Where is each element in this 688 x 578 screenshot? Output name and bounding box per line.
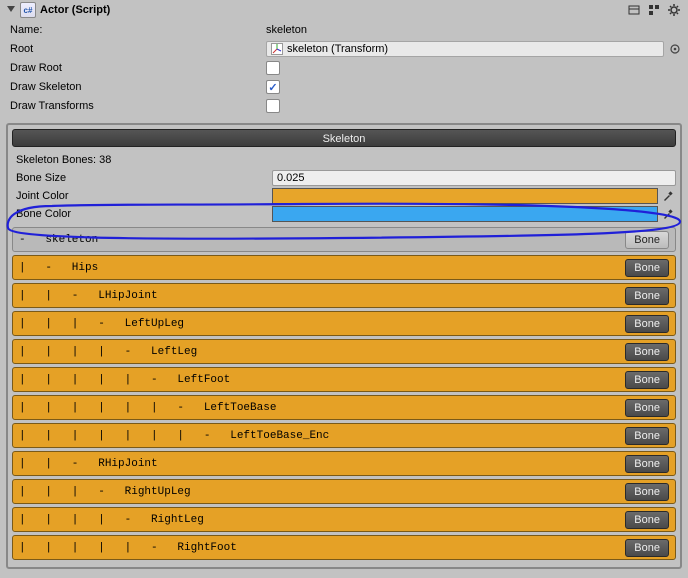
root-label: Root [6, 43, 266, 55]
bone-row-label: | | | | | | | - LeftToeBase_Enc [19, 430, 619, 442]
component-header: c# Actor (Script) [6, 2, 682, 20]
bone-row[interactable]: | | | | | - LeftFoot Bone [12, 367, 676, 392]
bone-count-row: Skeleton Bones: 38 [12, 151, 676, 169]
component-title: Actor (Script) [40, 4, 622, 16]
draw-skeleton-checkbox[interactable] [266, 80, 280, 94]
root-object-value: skeleton (Transform) [287, 43, 388, 55]
object-picker-icon[interactable] [668, 42, 682, 56]
draw-root-row: Draw Root [6, 59, 682, 77]
draw-transforms-row: Draw Transforms [6, 97, 682, 115]
bone-row[interactable]: | | - RHipJoint Bone [12, 451, 676, 476]
bone-row-label: | | | | - RightLeg [19, 514, 619, 526]
bone-button[interactable]: Bone [625, 427, 669, 445]
bone-size-label: Bone Size [12, 172, 272, 184]
bone-row-label: | | | | | - LeftFoot [19, 374, 619, 386]
draw-root-checkbox[interactable] [266, 61, 280, 75]
draw-skeleton-row: Draw Skeleton [6, 78, 682, 96]
joint-color-field[interactable] [272, 188, 658, 204]
draw-transforms-checkbox[interactable] [266, 99, 280, 113]
bone-button[interactable]: Bone [625, 399, 669, 417]
actor-component: c# Actor (Script) Name: skeleton Root sk… [0, 0, 688, 573]
eyedropper-icon[interactable] [660, 188, 676, 204]
bone-row[interactable]: | | | | - LeftLeg Bone [12, 339, 676, 364]
bone-button[interactable]: Bone [625, 483, 669, 501]
bone-row-label: | | - RHipJoint [19, 458, 619, 470]
bone-button[interactable]: Bone [625, 259, 669, 277]
gear-icon[interactable] [666, 2, 682, 18]
foldout-toggle[interactable] [6, 5, 16, 15]
bone-list: - skeletonBone| - HipsBone| | - LHipJoin… [12, 227, 676, 560]
bone-row-label: | | | - RightUpLeg [19, 486, 619, 498]
bone-row[interactable]: | | | | | | | - LeftToeBase_Enc Bone [12, 423, 676, 448]
skeleton-panel: Skeleton Skeleton Bones: 38 Bone Size Jo… [6, 123, 682, 569]
joint-color-label: Joint Color [12, 190, 272, 202]
bone-color-row: Bone Color [12, 205, 676, 223]
header-icons [626, 2, 682, 18]
skeleton-panel-title: Skeleton [12, 129, 676, 147]
reference-icon[interactable] [626, 2, 642, 18]
name-label: Name: [6, 24, 266, 36]
joint-color-row: Joint Color [12, 187, 676, 205]
bone-button[interactable]: Bone [625, 539, 669, 557]
bone-row[interactable]: | - Hips Bone [12, 255, 676, 280]
bone-row[interactable]: - skeleton Bone [12, 227, 676, 252]
bone-row-label: | | | - LeftUpLeg [19, 318, 619, 330]
draw-skeleton-label: Draw Skeleton [6, 81, 266, 93]
bone-row[interactable]: | | | - LeftUpLeg Bone [12, 311, 676, 336]
bone-row-label: | - Hips [19, 262, 619, 274]
script-icon: c# [20, 2, 36, 18]
root-object-field[interactable]: skeleton (Transform) [266, 41, 664, 57]
bone-color-label: Bone Color [12, 208, 272, 220]
bone-row-label: - skeleton [19, 234, 619, 246]
draw-transforms-label: Draw Transforms [6, 100, 266, 112]
bone-color-field[interactable] [272, 206, 658, 222]
root-row: Root skeleton (Transform) [6, 40, 682, 58]
bone-button[interactable]: Bone [625, 315, 669, 333]
name-value: skeleton [266, 24, 682, 36]
bone-row[interactable]: | | | | | - RightFoot Bone [12, 535, 676, 560]
draw-root-label: Draw Root [6, 62, 266, 74]
bone-row-label: | | | | | - RightFoot [19, 542, 619, 554]
bone-row[interactable]: | | | | - RightLeg Bone [12, 507, 676, 532]
bone-size-row: Bone Size [12, 169, 676, 187]
name-row: Name: skeleton [6, 21, 682, 39]
preset-icon[interactable] [646, 2, 662, 18]
bone-count-label: Skeleton Bones: 38 [12, 154, 272, 166]
bone-button[interactable]: Bone [625, 511, 669, 529]
bone-button[interactable]: Bone [625, 455, 669, 473]
bone-row-label: | | | | - LeftLeg [19, 346, 619, 358]
eyedropper-icon[interactable] [660, 206, 676, 222]
bone-button[interactable]: Bone [625, 287, 669, 305]
bone-button[interactable]: Bone [625, 371, 669, 389]
bone-row-label: | | - LHipJoint [19, 290, 619, 302]
bone-size-input[interactable] [272, 170, 676, 186]
bone-row[interactable]: | | | - RightUpLeg Bone [12, 479, 676, 504]
bone-button[interactable]: Bone [625, 231, 669, 249]
bone-row-label: | | | | | | - LeftToeBase [19, 402, 619, 414]
bone-row[interactable]: | | - LHipJoint Bone [12, 283, 676, 308]
bone-button[interactable]: Bone [625, 343, 669, 361]
transform-icon [271, 43, 283, 55]
bone-row[interactable]: | | | | | | - LeftToeBase Bone [12, 395, 676, 420]
